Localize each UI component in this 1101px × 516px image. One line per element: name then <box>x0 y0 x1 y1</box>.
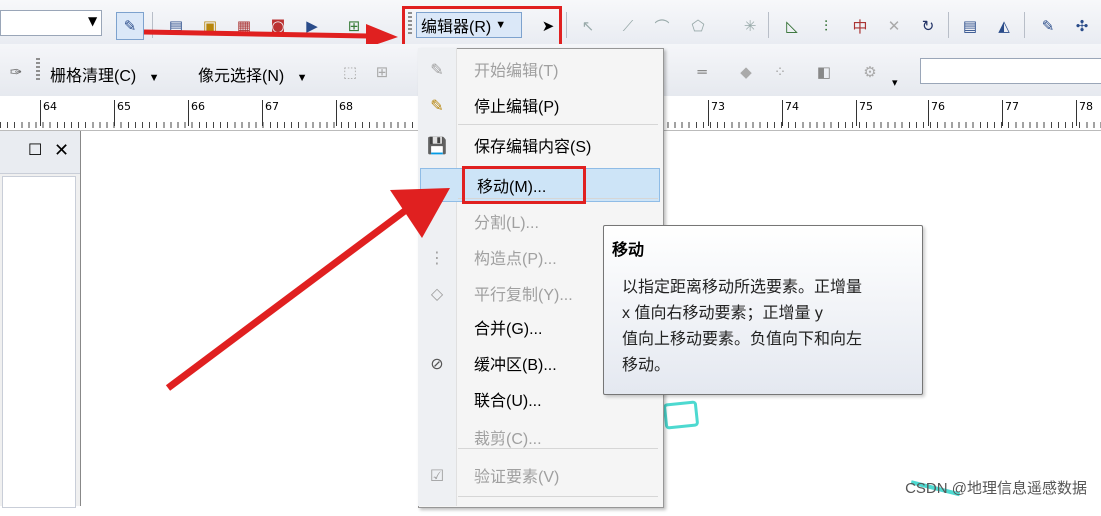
attributes-icon[interactable]: ▤ <box>956 12 984 40</box>
menu-item-label: 构造点(P)... <box>474 251 557 268</box>
toolbar-grip[interactable] <box>36 58 40 82</box>
menu-separator <box>458 496 658 497</box>
menu-item-label: 验证要素(V) <box>474 469 560 486</box>
menu-item-label: 分割(L)... <box>474 215 539 232</box>
menu-separator <box>458 448 658 449</box>
menu-item-label: 缓冲区(B)... <box>474 357 557 374</box>
ruler-tick-label: 74 <box>782 100 799 126</box>
map-feature-shape <box>662 400 700 430</box>
menu-item-label: 联合(U)... <box>474 393 542 410</box>
chevron-down-icon[interactable]: ▼ <box>88 14 97 28</box>
toolbar-separator <box>948 12 949 38</box>
ruler-tick-label: 68 <box>336 100 353 126</box>
tooltip-body: 以指定距离移动所选要素。正增量 x 值向右移动要素；正增量 y 值向上移动要素。… <box>622 279 863 374</box>
vertex-icon[interactable]: ⫶ <box>812 12 840 40</box>
ruler-tick-label: 78 <box>1076 100 1093 126</box>
point-tool-icon[interactable]: ✳ <box>736 12 764 40</box>
validate-icon: ☑ <box>429 465 445 485</box>
line-width-icon[interactable]: ═ <box>688 58 716 86</box>
maximize-icon[interactable]: ☐ <box>28 140 42 159</box>
ruler-tick-label: 66 <box>188 100 205 126</box>
menu-item-label: 裁剪(C)... <box>474 431 542 448</box>
menu-item[interactable]: ✎ 停止编辑(P) <box>418 88 662 122</box>
polygon-tool-icon[interactable]: ⬠ <box>684 12 712 40</box>
ruler-tick-label: 67 <box>262 100 279 126</box>
rotate-icon[interactable]: ↻ <box>914 12 942 40</box>
ruler-tick-label: 75 <box>856 100 873 126</box>
chevron-down-icon: ▼ <box>495 19 507 31</box>
ruler-tick-label: 73 <box>708 100 725 126</box>
watermark: CSDN @地理信息遥感数据 <box>905 480 1087 497</box>
pixel-select-menu[interactable]: 像元选择(N) ▼ <box>198 62 308 86</box>
menu-item[interactable]: 💾 保存编辑内容(S) <box>418 128 662 162</box>
dots-icon[interactable]: ⁘ <box>766 58 794 86</box>
toolbar-separator <box>768 12 769 38</box>
editor-menu-button[interactable]: 编辑器(R) ▼ <box>416 12 522 38</box>
pencil-stop-icon: ✎ <box>430 95 444 115</box>
editor-menu-label: 编辑器(R) <box>421 19 492 36</box>
menu-item-label: 合并(G)... <box>474 321 543 338</box>
pin-icon[interactable]: ✑ <box>2 58 30 86</box>
pencil-icon: ✎ <box>430 59 444 79</box>
ruler-tick-label: 76 <box>928 100 945 126</box>
menu-item: ☑ 验证要素(V) <box>418 458 662 492</box>
ruler-tick-label: 64 <box>40 100 57 126</box>
ruler-tick-label: 77 <box>1002 100 1019 126</box>
pixel-select-label: 像元选择(N) <box>198 68 285 85</box>
edit-vertices-icon[interactable]: ↖ <box>574 12 602 40</box>
panel-content <box>2 176 76 508</box>
settings-icon[interactable]: ⚙ <box>856 58 884 86</box>
split-icon[interactable]: 中 <box>846 12 874 40</box>
scale-combo[interactable] <box>0 10 102 36</box>
toolbar-separator <box>1024 12 1025 38</box>
arc-segment-icon[interactable]: ⌒ <box>648 12 676 40</box>
grow-region-icon[interactable]: ⊞ <box>368 58 396 86</box>
menu-item-label: 停止编辑(P) <box>474 99 560 116</box>
menu-item: ✎ 开始编辑(T) <box>418 52 662 86</box>
chevron-down-icon: ▼ <box>148 72 160 84</box>
select-pixels-icon[interactable]: ⬚ <box>336 58 364 86</box>
raster-cleanup-menu[interactable]: 栅格清理(C) ▼ <box>50 62 160 86</box>
topology-icon[interactable]: ◺ <box>778 12 806 40</box>
straight-segment-icon[interactable]: ⟋ <box>614 12 642 40</box>
menu-item-label: 保存编辑内容(S) <box>474 139 592 156</box>
move-highlight-box <box>462 166 586 204</box>
toolbar-combo[interactable] <box>920 58 1101 84</box>
create-features-icon[interactable]: ✎ <box>1034 12 1062 40</box>
annotation-arrow-main <box>165 188 450 391</box>
save-edits-icon: 💾 <box>427 135 447 155</box>
tooltip-title: 移动 <box>612 242 645 259</box>
edit-pointer-icon[interactable]: ➤ <box>534 12 562 40</box>
full-extent-icon[interactable]: ✣ <box>1068 12 1096 40</box>
fill-icon[interactable]: ◧ <box>810 58 838 86</box>
chevron-down-icon: ▼ <box>296 72 308 84</box>
eraser-icon[interactable]: ◆ <box>732 58 760 86</box>
close-icon[interactable]: ✕ <box>54 140 69 161</box>
toolbar-separator <box>566 12 567 38</box>
menu-separator <box>458 124 658 125</box>
menu-item-label: 开始编辑(T) <box>474 63 559 80</box>
raster-cleanup-label: 栅格清理(C) <box>50 68 137 85</box>
ruler-tick-label: 65 <box>114 100 131 126</box>
menu-item-label: 平行复制(Y)... <box>474 287 573 304</box>
toolbar-overflow-icon[interactable]: ▾ <box>892 76 898 89</box>
cut-icon[interactable]: ✕ <box>880 12 908 40</box>
sketch-properties-icon[interactable]: ◭ <box>990 12 1018 40</box>
